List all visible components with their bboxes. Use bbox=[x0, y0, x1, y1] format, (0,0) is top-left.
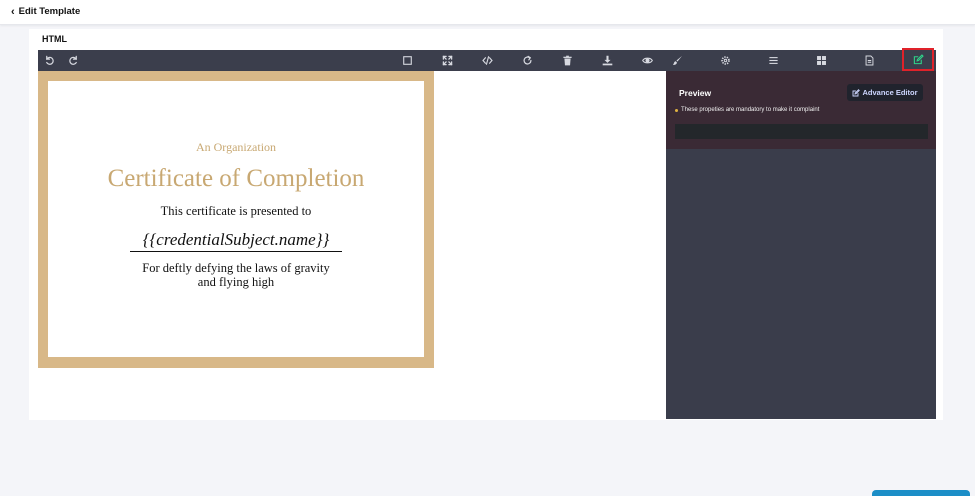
editor-canvas[interactable]: An Organization Certificate of Completio… bbox=[38, 71, 666, 419]
settings-button[interactable] bbox=[714, 50, 736, 71]
redo-icon bbox=[68, 55, 77, 65]
certificate-reason-line-1: For deftly defying the laws of gravity bbox=[142, 261, 330, 275]
borders-button[interactable] bbox=[396, 50, 418, 71]
certificate-reason[interactable]: For deftly defying the laws of gravity a… bbox=[48, 261, 424, 289]
edit-button[interactable] bbox=[902, 48, 934, 71]
undo-button[interactable] bbox=[38, 50, 60, 71]
fullscreen-icon bbox=[442, 55, 452, 66]
edit-icon bbox=[853, 88, 861, 96]
pages-button[interactable] bbox=[858, 50, 880, 71]
layers-button[interactable] bbox=[762, 50, 784, 71]
certificate-subject[interactable]: {{credentialSubject.name}} bbox=[130, 230, 342, 252]
chevron-left-icon: ‹ bbox=[11, 6, 15, 18]
gear-icon bbox=[720, 56, 730, 65]
back-button[interactable]: ‹ Edit Template bbox=[11, 5, 80, 19]
download-icon bbox=[602, 55, 612, 66]
eye-icon bbox=[641, 57, 653, 64]
undo-icon bbox=[45, 55, 54, 65]
brush-icon bbox=[672, 56, 682, 65]
blocks-button[interactable] bbox=[810, 50, 832, 71]
section-label: HTML bbox=[42, 34, 67, 44]
grid-icon bbox=[816, 56, 826, 65]
fullscreen-button[interactable] bbox=[436, 50, 458, 71]
edit-icon bbox=[913, 54, 924, 65]
refresh-button[interactable] bbox=[516, 50, 538, 71]
document-icon bbox=[865, 55, 873, 66]
bottom-action-button[interactable] bbox=[872, 490, 970, 496]
certificate-reason-line-2: and flying high bbox=[197, 275, 275, 289]
style-manager-button[interactable] bbox=[666, 50, 688, 71]
top-bar: ‹ Edit Template bbox=[0, 0, 975, 25]
redo-button[interactable] bbox=[62, 50, 84, 71]
advance-editor-label: Advance Editor bbox=[862, 88, 918, 97]
mandatory-note-text: These propeties are mandatory to make it… bbox=[681, 107, 820, 113]
certificate-presented-text[interactable]: This certificate is presented to bbox=[48, 204, 424, 219]
bullet-icon bbox=[675, 108, 678, 112]
advance-editor-button[interactable]: Advance Editor bbox=[847, 84, 923, 101]
certificate-organization[interactable]: An Organization bbox=[48, 140, 424, 155]
code-button[interactable] bbox=[476, 50, 498, 71]
certificate-title[interactable]: Certificate of Completion bbox=[48, 165, 424, 193]
refresh-icon bbox=[522, 55, 532, 65]
page-title: Edit Template bbox=[18, 6, 81, 17]
code-icon bbox=[481, 56, 493, 65]
editor-card: HTML An Organization Certificate of Comp… bbox=[29, 29, 943, 420]
menu-icon bbox=[768, 57, 778, 64]
editor-toolbar bbox=[38, 48, 936, 71]
mandatory-note: These propeties are mandatory to make it… bbox=[675, 107, 819, 113]
trash-icon bbox=[562, 55, 572, 66]
download-button[interactable] bbox=[596, 50, 618, 71]
certificate-body[interactable]: An Organization Certificate of Completio… bbox=[48, 81, 424, 357]
certificate-frame[interactable]: An Organization Certificate of Completio… bbox=[38, 71, 434, 368]
preview-label: Preview bbox=[679, 88, 712, 98]
properties-field[interactable] bbox=[675, 124, 928, 139]
delete-button[interactable] bbox=[556, 50, 578, 71]
square-icon bbox=[402, 56, 412, 65]
preview-section: Preview Advance Editor These propeties a… bbox=[666, 71, 936, 149]
preview-button[interactable] bbox=[636, 50, 658, 71]
side-panel: Preview Advance Editor These propeties a… bbox=[666, 71, 936, 419]
